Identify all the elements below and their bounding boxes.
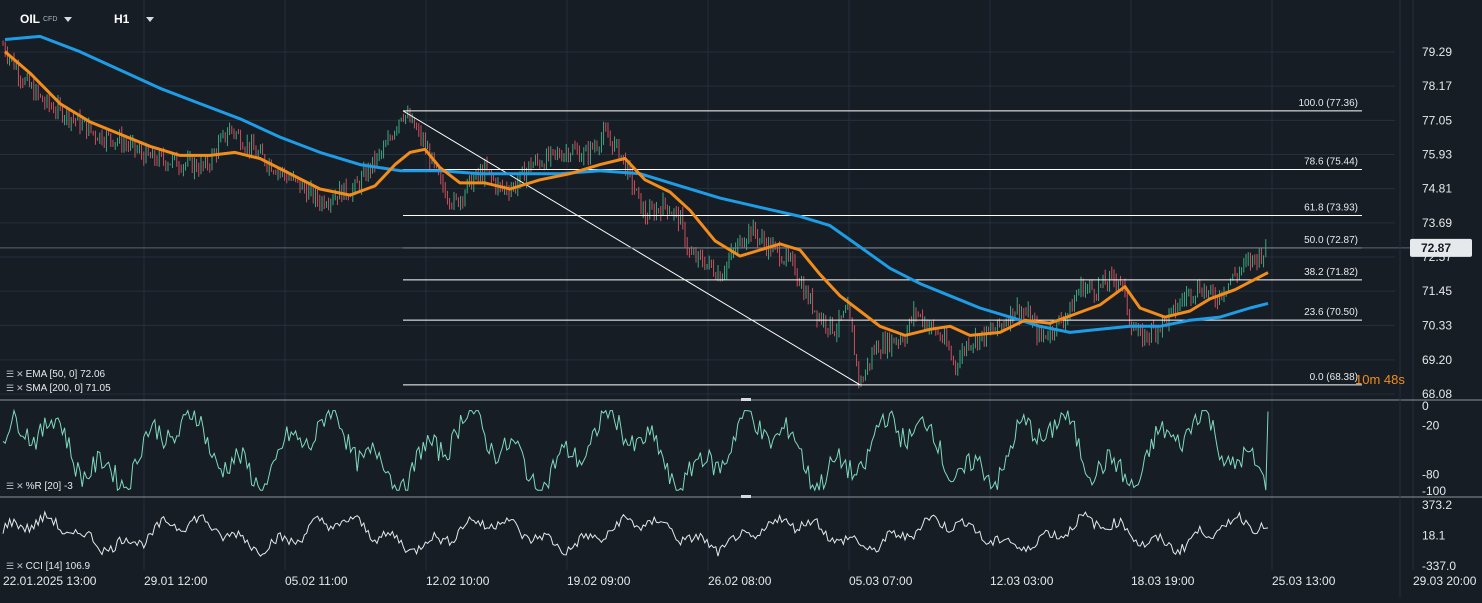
last-price-label: 72.87 (1421, 241, 1451, 255)
time-tick-label: 05.03 07:00 (849, 574, 913, 588)
list-icon[interactable]: ☰ (6, 383, 14, 394)
fib-level-label: 38.2 (71.82) (1304, 267, 1358, 278)
price-candles (2, 40, 1267, 389)
wr-tick-label: -100 (1422, 484, 1446, 498)
time-tick-label: 05.02 11:00 (285, 574, 348, 588)
time-tick-label: 29.03 20:00 (1413, 574, 1477, 588)
bar-countdown: 10m 48s (1355, 372, 1405, 387)
wr-tick-label: -80 (1422, 468, 1440, 482)
fib-level-label: 0.0 (68.38) (1310, 372, 1358, 383)
pane-resize-handle[interactable] (741, 398, 751, 401)
price-tick-label: 75.93 (1422, 148, 1452, 162)
time-tick-label: 18.03 19:00 (1131, 574, 1195, 588)
wr-legend-text: %R [20] -3 (25, 481, 73, 492)
fib-level-label: 61.8 (73.93) (1304, 203, 1358, 214)
cci-line (2, 510, 1269, 557)
pane-resize-handle[interactable] (741, 495, 751, 498)
ema-legend-text: EMA [50, 0] 72.06 (25, 369, 106, 380)
close-icon[interactable]: ✕ (16, 481, 23, 492)
price-tick-label: 79.29 (1422, 45, 1452, 59)
time-tick-label: 22.01.2025 13:00 (3, 574, 97, 588)
chevron-down-icon (64, 16, 73, 22)
time-tick-label: 25.03 13:00 (1272, 574, 1336, 588)
axes: 79.2978.1777.0575.9374.8173.6972.5771.45… (3, 0, 1477, 598)
symbol-name: OIL (20, 12, 40, 26)
fib-level-label: 100.0 (77.36) (1299, 98, 1359, 109)
sma-legend[interactable]: ☰ ✕ SMA [200, 0] 71.05 (6, 383, 111, 394)
time-tick-label: 12.02 10:00 (426, 574, 490, 588)
ema-legend[interactable]: ☰ ✕ EMA [50, 0] 72.06 (6, 369, 105, 380)
price-tick-label: 71.45 (1422, 284, 1452, 298)
list-icon[interactable]: ☰ (6, 481, 14, 492)
close-icon[interactable]: ✕ (16, 383, 23, 394)
price-tick-label: 74.81 (1422, 182, 1452, 196)
chart-canvas[interactable]: 100.0 (77.36) 78.6 (75.44) 61.8 (73.93) 50.… (0, 0, 1482, 598)
price-tick-label: 73.69 (1422, 216, 1452, 230)
close-icon[interactable]: ✕ (16, 369, 23, 380)
grid (0, 0, 1482, 570)
fib-level-label: 50.0 (72.87) (1304, 235, 1358, 246)
fibonacci-retracement: 100.0 (77.36) 78.6 (75.44) 61.8 (73.93) 50.… (0, 98, 1410, 386)
list-icon[interactable]: ☰ (6, 561, 14, 572)
time-tick-label: 19.02 09:00 (567, 574, 631, 588)
wr-tick-label: -20 (1422, 418, 1440, 432)
price-tick-label: 69.20 (1422, 353, 1452, 367)
time-tick-label: 12.03 03:00 (990, 574, 1054, 588)
cci-tick-label: -337.0 (1422, 559, 1456, 573)
fib-level-label: 78.6 (75.44) (1304, 156, 1358, 167)
time-tick-label: 29.01 12:00 (144, 574, 208, 588)
list-icon[interactable]: ☰ (6, 369, 14, 380)
fib-level-label: 23.6 (70.50) (1304, 307, 1358, 318)
chevron-down-icon (146, 16, 155, 22)
sma-200-line (4, 34, 1269, 334)
cci-path (2, 510, 1269, 557)
symbol-selector[interactable]: OIL CFD (20, 10, 73, 28)
williams-r-line (2, 408, 1269, 492)
close-icon[interactable]: ✕ (16, 561, 23, 572)
timeframe-selector[interactable]: H1 (114, 10, 155, 28)
price-tick-label: 78.17 (1422, 79, 1452, 93)
cci-tick-label: 373.2 (1422, 498, 1452, 512)
wr-legend[interactable]: ☰ ✕ %R [20] -3 (6, 481, 73, 492)
price-tick-label: 77.05 (1422, 113, 1452, 127)
symbol-type: CFD (43, 15, 58, 23)
timeframe-label: H1 (114, 12, 130, 26)
cci-legend[interactable]: ☰ ✕ CCI [14] 106.9 (6, 561, 90, 572)
price-tick-label: 70.33 (1422, 318, 1452, 332)
time-tick-label: 26.02 08:00 (708, 574, 772, 588)
trading-chart[interactable]: 100.0 (77.36) 78.6 (75.44) 61.8 (73.93) 50.… (0, 0, 1482, 598)
cci-legend-text: CCI [14] 106.9 (25, 561, 91, 572)
sma-legend-text: SMA [200, 0] 71.05 (25, 383, 111, 394)
wr-tick-label: 0 (1422, 399, 1429, 413)
cci-tick-label: 18.1 (1422, 529, 1446, 543)
williams-r-path (2, 408, 1269, 492)
